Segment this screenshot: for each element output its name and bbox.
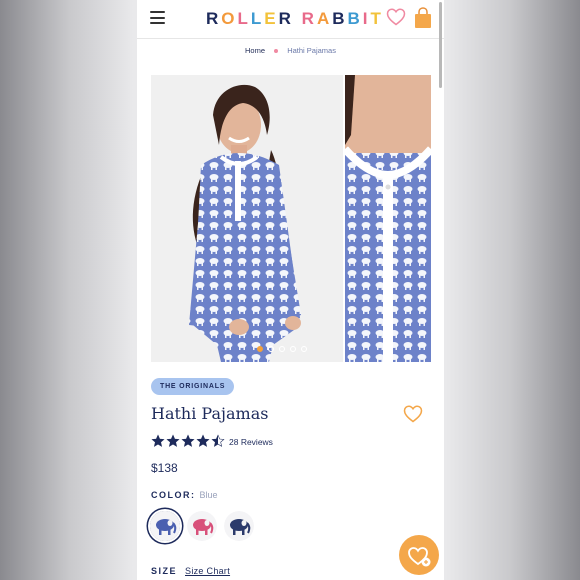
gallery-pagination[interactable] — [257, 339, 312, 352]
breadcrumb: Home Hathi Pajamas — [137, 46, 444, 55]
product-image-main[interactable] — [151, 75, 343, 362]
logo-letter: E — [264, 9, 279, 28]
reviews-link[interactable]: 28 Reviews — [229, 437, 273, 447]
logo-letter: O — [221, 9, 238, 28]
color-swatch-blue[interactable] — [150, 511, 180, 541]
gallery-dot[interactable] — [279, 346, 285, 352]
color-swatch-pink[interactable] — [187, 511, 217, 541]
gallery-dot[interactable] — [268, 346, 274, 352]
gallery-dot[interactable] — [290, 346, 296, 352]
site-header: ROLLER RABBIT — [137, 0, 444, 39]
logo-letter: T — [370, 9, 384, 28]
star-icon — [166, 434, 180, 447]
color-label: COLOR: Blue — [151, 490, 218, 500]
logo-letter: R — [278, 9, 294, 28]
roller-rabbit-logo[interactable]: ROLLER RABBIT — [206, 9, 384, 29]
wishlist-fab[interactable] — [399, 535, 439, 575]
star-icon — [211, 434, 225, 447]
product-image-detail[interactable] — [345, 75, 431, 362]
star-icon — [151, 434, 165, 447]
heart-icon[interactable] — [386, 8, 406, 26]
scrollbar[interactable] — [439, 2, 442, 88]
collection-badge: THE ORIGINALS — [151, 378, 235, 395]
logo-letter: B — [347, 9, 363, 28]
star-icon — [196, 434, 210, 447]
hamburger-icon[interactable] — [150, 11, 165, 24]
star-icon — [181, 434, 195, 447]
gallery-dot[interactable] — [301, 346, 307, 352]
selected-color: Blue — [199, 490, 218, 500]
star-rating[interactable] — [151, 434, 226, 448]
breadcrumb-current: Hathi Pajamas — [287, 46, 336, 55]
breadcrumb-separator — [274, 48, 279, 53]
size-row: SIZE Size Chart — [151, 566, 230, 576]
logo-letter: L — [250, 9, 265, 28]
logo-letter: L — [237, 9, 251, 28]
heart-add-icon — [408, 547, 431, 567]
logo-letter — [294, 9, 302, 29]
model-photo — [151, 75, 343, 362]
color-label-text: COLOR: — [151, 490, 196, 500]
size-label: SIZE — [151, 566, 178, 576]
breadcrumb-home[interactable]: Home — [245, 46, 265, 55]
neckline-detail-photo — [345, 75, 431, 362]
shopping-bag-icon[interactable] — [413, 7, 433, 29]
logo-letter: B — [332, 9, 348, 28]
wishlist-heart-icon[interactable] — [403, 405, 423, 423]
logo-letter: A — [316, 9, 333, 28]
logo-letter: I — [362, 9, 371, 28]
elephant-icon — [150, 511, 180, 541]
product-price: $138 — [151, 461, 178, 475]
logo-letter: R — [301, 9, 317, 28]
logo-letter: R — [206, 9, 222, 28]
color-swatch-navy[interactable] — [224, 511, 254, 541]
product-title: Hathi Pajamas — [151, 404, 269, 423]
product-page: ROLLER RABBIT Home Hathi Pajamas THE ORI… — [137, 0, 444, 580]
size-chart-link[interactable]: Size Chart — [185, 566, 230, 576]
elephant-icon — [187, 511, 217, 541]
gallery-dot[interactable] — [257, 346, 263, 352]
elephant-icon — [224, 511, 254, 541]
